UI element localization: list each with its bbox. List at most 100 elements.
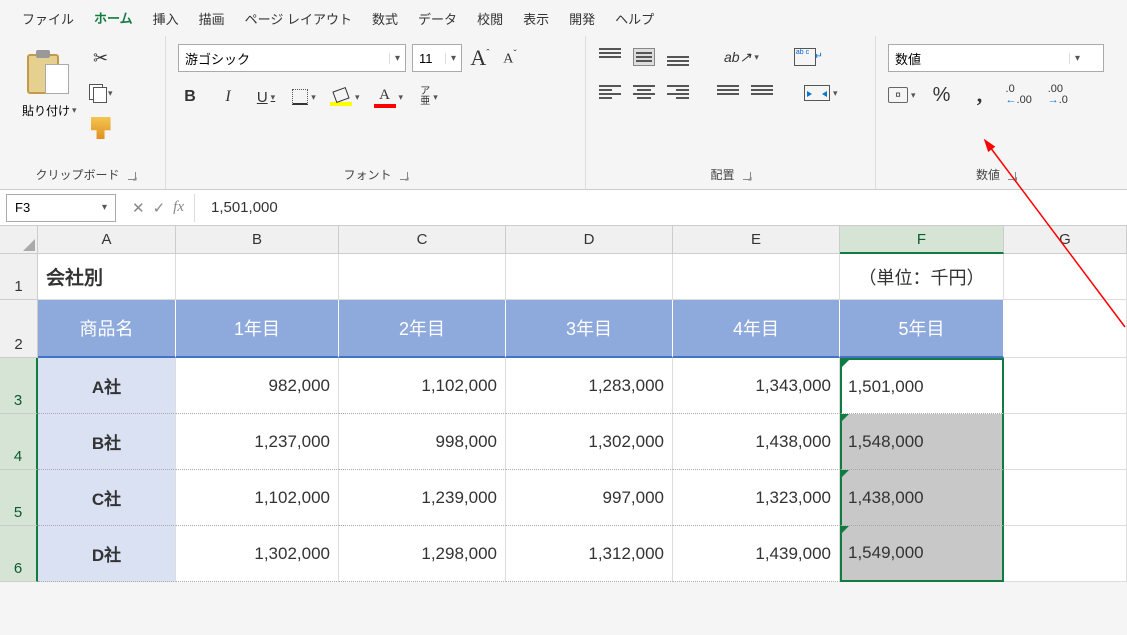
- cell-E2[interactable]: 4年目: [673, 300, 840, 358]
- menu-draw[interactable]: 描画: [189, 5, 235, 34]
- bold-button[interactable]: B: [178, 84, 202, 110]
- cell-F1[interactable]: （単位：千円）: [840, 254, 1004, 300]
- menu-file[interactable]: ファイル: [12, 5, 84, 34]
- cell-C5[interactable]: 1,239,000: [339, 470, 506, 526]
- underline-button[interactable]: U: [254, 84, 278, 110]
- cell-B3[interactable]: 982,000: [176, 358, 339, 414]
- menu-page-layout[interactable]: ページ レイアウト: [235, 5, 362, 34]
- menu-developer[interactable]: 開発: [559, 5, 605, 34]
- menu-home[interactable]: ホーム: [84, 4, 143, 35]
- col-header-B[interactable]: B: [176, 226, 339, 254]
- decrease-indent-button[interactable]: [716, 80, 740, 106]
- cell-C1[interactable]: [339, 254, 506, 300]
- cell-D3[interactable]: 1,283,000: [506, 358, 673, 414]
- phonetic-button[interactable]: ア 亜: [417, 84, 441, 110]
- col-header-C[interactable]: C: [339, 226, 506, 254]
- cell-G4[interactable]: [1004, 414, 1127, 470]
- font-name-combo[interactable]: ▾: [178, 44, 406, 72]
- menu-insert[interactable]: 挿入: [143, 5, 189, 34]
- cut-button[interactable]: ✂: [89, 46, 113, 70]
- insert-function-button[interactable]: fx: [173, 199, 184, 216]
- accounting-format-button[interactable]: ¤: [888, 82, 916, 108]
- cell-E1[interactable]: [673, 254, 840, 300]
- border-button[interactable]: [292, 84, 316, 110]
- number-launcher-icon[interactable]: [1006, 170, 1016, 180]
- menu-review[interactable]: 校閲: [467, 5, 513, 34]
- alignment-launcher-icon[interactable]: [741, 170, 751, 180]
- cell-G2[interactable]: [1004, 300, 1127, 358]
- number-format-combo[interactable]: ▾: [888, 44, 1104, 72]
- col-header-A[interactable]: A: [38, 226, 176, 254]
- cell-A4[interactable]: B社: [38, 414, 176, 470]
- cell-F5[interactable]: 1,438,000: [840, 470, 1004, 526]
- cell-D1[interactable]: [506, 254, 673, 300]
- cell-B1[interactable]: [176, 254, 339, 300]
- cell-G1[interactable]: [1004, 254, 1127, 300]
- cell-A6[interactable]: D社: [38, 526, 176, 582]
- align-center-button[interactable]: [632, 80, 656, 106]
- align-top-button[interactable]: [598, 44, 622, 70]
- cell-B4[interactable]: 1,237,000: [176, 414, 339, 470]
- font-color-button[interactable]: A: [374, 84, 404, 110]
- align-bottom-button[interactable]: [666, 44, 690, 70]
- wrap-text-button[interactable]: [793, 44, 817, 70]
- cell-B6[interactable]: 1,302,000: [176, 526, 339, 582]
- clipboard-launcher-icon[interactable]: [126, 170, 136, 180]
- cell-D4[interactable]: 1,302,000: [506, 414, 673, 470]
- paste-button[interactable]: 貼り付け▾: [18, 44, 81, 123]
- comma-button[interactable]: ,: [968, 82, 992, 108]
- cell-A5[interactable]: C社: [38, 470, 176, 526]
- cell-E4[interactable]: 1,438,000: [673, 414, 840, 470]
- enter-button[interactable]: ✓: [153, 199, 166, 217]
- align-left-button[interactable]: [598, 80, 622, 106]
- cell-F3[interactable]: 1,501,000: [840, 358, 1004, 414]
- number-format-input[interactable]: [889, 51, 1069, 66]
- col-header-E[interactable]: E: [673, 226, 840, 254]
- italic-button[interactable]: I: [216, 84, 240, 110]
- cell-D5[interactable]: 997,000: [506, 470, 673, 526]
- menu-data[interactable]: データ: [408, 5, 467, 34]
- menu-view[interactable]: 表示: [513, 5, 559, 34]
- percent-button[interactable]: %: [930, 82, 954, 108]
- font-launcher-icon[interactable]: [398, 170, 408, 180]
- cell-G5[interactable]: [1004, 470, 1127, 526]
- merge-button[interactable]: [804, 80, 838, 106]
- fill-color-button[interactable]: [330, 84, 360, 110]
- row-header-2[interactable]: 2: [0, 300, 38, 358]
- col-header-G[interactable]: G: [1004, 226, 1127, 254]
- col-header-F[interactable]: F: [840, 226, 1004, 254]
- increase-font-button[interactable]: Aˆ: [468, 45, 492, 71]
- cell-F2[interactable]: 5年目: [840, 300, 1004, 358]
- row-header-4[interactable]: 4: [0, 414, 38, 470]
- cell-D2[interactable]: 3年目: [506, 300, 673, 358]
- name-box[interactable]: F3▾: [6, 194, 116, 222]
- align-middle-button[interactable]: [632, 44, 656, 70]
- cell-A2[interactable]: 商品名: [38, 300, 176, 358]
- row-header-6[interactable]: 6: [0, 526, 38, 582]
- cell-A3[interactable]: A社: [38, 358, 176, 414]
- cell-G3[interactable]: [1004, 358, 1127, 414]
- decrease-decimal-button[interactable]: .00→.0: [1046, 82, 1070, 108]
- select-all-corner[interactable]: [0, 226, 38, 254]
- cell-F4[interactable]: 1,548,000: [840, 414, 1004, 470]
- menu-help[interactable]: ヘルプ: [605, 5, 664, 34]
- cell-E3[interactable]: 1,343,000: [673, 358, 840, 414]
- formula-input[interactable]: 1,501,000: [199, 199, 1127, 216]
- cell-C3[interactable]: 1,102,000: [339, 358, 506, 414]
- row-header-3[interactable]: 3: [0, 358, 38, 414]
- font-name-input[interactable]: [179, 51, 389, 66]
- cell-C6[interactable]: 1,298,000: [339, 526, 506, 582]
- row-header-1[interactable]: 1: [0, 254, 38, 300]
- cell-B2[interactable]: 1年目: [176, 300, 339, 358]
- cell-A1[interactable]: 会社別: [38, 254, 176, 300]
- orientation-button[interactable]: ab↗: [724, 44, 759, 70]
- copy-button[interactable]: [89, 80, 113, 106]
- col-header-D[interactable]: D: [506, 226, 673, 254]
- align-right-button[interactable]: [666, 80, 690, 106]
- cell-C4[interactable]: 998,000: [339, 414, 506, 470]
- font-size-input[interactable]: [413, 51, 445, 66]
- increase-indent-button[interactable]: [750, 80, 774, 106]
- cancel-button[interactable]: ✕: [132, 199, 145, 217]
- cell-B5[interactable]: 1,102,000: [176, 470, 339, 526]
- increase-decimal-button[interactable]: .0←.00: [1006, 82, 1032, 108]
